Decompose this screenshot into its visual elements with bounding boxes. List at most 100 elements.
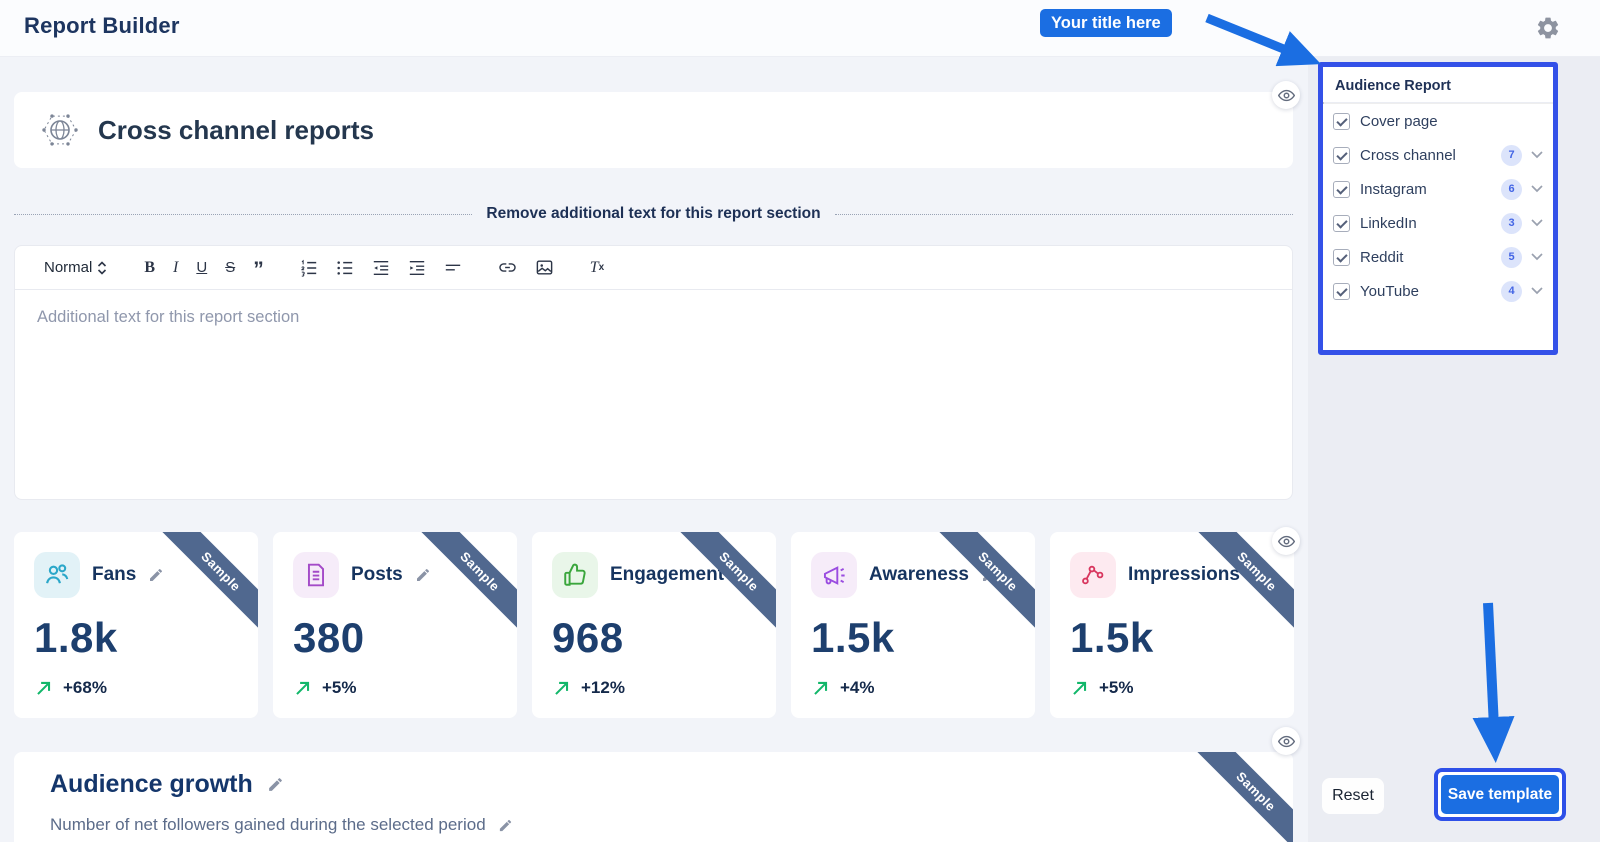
bullet-list-icon: [336, 259, 354, 277]
chevron-down-icon[interactable]: [1531, 253, 1543, 261]
link-icon: [498, 258, 517, 277]
reset-button[interactable]: Reset: [1322, 778, 1384, 814]
align-button[interactable]: [438, 255, 468, 281]
megaphone-icon: [821, 562, 848, 589]
title-annotation-badge: Your title here: [1040, 9, 1172, 37]
clear-formatting-button[interactable]: Tx: [584, 255, 610, 281]
updown-arrows-icon: [96, 261, 108, 275]
image-icon: [535, 258, 554, 277]
paragraph-style-select[interactable]: Normal: [38, 255, 114, 280]
italic-button[interactable]: I: [167, 255, 184, 281]
audience-growth-subtitle: Number of net followers gained during th…: [50, 815, 486, 835]
editor-text-area[interactable]: Additional text for this report section: [15, 290, 1292, 345]
save-template-highlight: Save template: [1434, 768, 1566, 821]
metrics-visibility-button[interactable]: [1272, 527, 1300, 555]
metric-card-posts: Sample Posts 380 +5%: [273, 532, 517, 718]
sidebar-item-instagram[interactable]: Instagram 6: [1323, 172, 1553, 206]
metric-change: +5%: [1099, 678, 1134, 698]
metric-change: +12%: [581, 678, 625, 698]
metric-value: 1.8k: [34, 614, 238, 662]
insert-link-button[interactable]: [492, 254, 523, 281]
bullet-list-button[interactable]: [330, 255, 360, 281]
count-badge: 3: [1501, 213, 1522, 234]
growth-visibility-button[interactable]: [1272, 727, 1300, 755]
section-visibility-button[interactable]: [1272, 81, 1300, 109]
metric-label: Posts: [351, 564, 403, 586]
metric-icon-box: [552, 552, 598, 598]
thumbs-up-icon: [562, 562, 588, 588]
outdent-button[interactable]: [366, 255, 396, 281]
chevron-down-icon[interactable]: [1531, 185, 1543, 193]
remove-text-label[interactable]: Remove additional text for this report s…: [486, 205, 820, 223]
eye-icon: [1278, 533, 1295, 550]
count-badge: 5: [1501, 247, 1522, 268]
align-icon: [444, 259, 462, 277]
report-builder-page: Report Builder Cross channel reports Rem…: [0, 0, 1600, 842]
edit-pencil-icon[interactable]: [415, 567, 431, 583]
count-badge: 4: [1501, 281, 1522, 302]
metric-icon-box: [293, 552, 339, 598]
metric-icon-box: [1070, 552, 1116, 598]
document-icon: [303, 562, 329, 588]
sidebar-item-linkedin[interactable]: LinkedIn 3: [1323, 206, 1553, 240]
sidebar-item-reddit[interactable]: Reddit 5: [1323, 240, 1553, 274]
outdent-icon: [372, 259, 390, 277]
dotted-line: [14, 214, 472, 215]
ordered-list-icon: [300, 259, 318, 277]
sidebar-item-cover-page[interactable]: Cover page: [1323, 104, 1553, 138]
trend-up-icon: [293, 679, 312, 698]
bold-button[interactable]: B: [138, 255, 161, 281]
audience-growth-section: Sample Audience growth Number of net fol…: [14, 752, 1293, 842]
insert-image-button[interactable]: [529, 254, 560, 281]
metric-label: Awareness: [869, 564, 969, 586]
edit-pencil-icon[interactable]: [498, 818, 513, 833]
metric-icon-box: [34, 552, 80, 598]
indent-button[interactable]: [402, 255, 432, 281]
settings-button[interactable]: [1534, 15, 1562, 43]
count-badge: 7: [1501, 145, 1522, 166]
edit-pencil-icon[interactable]: [148, 567, 164, 583]
metric-value: 380: [293, 614, 497, 662]
gear-icon: [1535, 15, 1561, 41]
metric-value: 1.5k: [1070, 614, 1274, 662]
strikethrough-button[interactable]: S: [219, 255, 241, 280]
report-sections-panel: Audience Report Cover page Cross channel…: [1318, 62, 1558, 355]
page-title: Report Builder: [24, 13, 180, 39]
indent-icon: [408, 259, 426, 277]
metric-icon-box: [811, 552, 857, 598]
chevron-down-icon[interactable]: [1531, 219, 1543, 227]
checkbox-checked-icon[interactable]: [1333, 181, 1350, 198]
checkbox-checked-icon[interactable]: [1333, 283, 1350, 300]
save-template-button[interactable]: Save template: [1441, 775, 1559, 814]
checkbox-checked-icon[interactable]: [1333, 113, 1350, 130]
blockquote-button[interactable]: ”: [247, 257, 270, 279]
users-icon: [43, 561, 71, 589]
trend-up-icon: [1070, 679, 1089, 698]
rich-text-editor: Normal B I U S ”: [14, 245, 1293, 500]
app-header: Report Builder: [0, 0, 1600, 57]
cross-channel-section-header: Cross channel reports: [14, 92, 1293, 168]
checkbox-checked-icon[interactable]: [1333, 249, 1350, 266]
chevron-down-icon[interactable]: [1531, 287, 1543, 295]
edit-pencil-icon[interactable]: [981, 567, 997, 583]
editor-placeholder: Additional text for this report section: [37, 308, 299, 326]
metric-value: 968: [552, 614, 756, 662]
sidebar-item-cross-channel[interactable]: Cross channel 7: [1323, 138, 1553, 172]
chevron-down-icon[interactable]: [1531, 151, 1543, 159]
metric-value: 1.5k: [811, 614, 1015, 662]
metric-label: Impressions: [1128, 564, 1240, 586]
underline-button[interactable]: U: [190, 255, 213, 280]
trend-up-icon: [811, 679, 830, 698]
dotted-line: [835, 214, 1293, 215]
clear-formatting-x: x: [599, 262, 605, 273]
eye-icon: [1278, 87, 1295, 104]
edit-pencil-icon[interactable]: [267, 776, 284, 793]
sidebar-item-youtube[interactable]: YouTube 4: [1323, 274, 1553, 308]
clear-formatting-t: T: [590, 259, 599, 277]
checkbox-checked-icon[interactable]: [1333, 147, 1350, 164]
audience-growth-title: Audience growth: [50, 770, 253, 799]
paragraph-style-value: Normal: [44, 259, 92, 276]
checkbox-checked-icon[interactable]: [1333, 215, 1350, 232]
editor-toolbar: Normal B I U S ”: [15, 246, 1292, 290]
ordered-list-button[interactable]: [294, 255, 324, 281]
